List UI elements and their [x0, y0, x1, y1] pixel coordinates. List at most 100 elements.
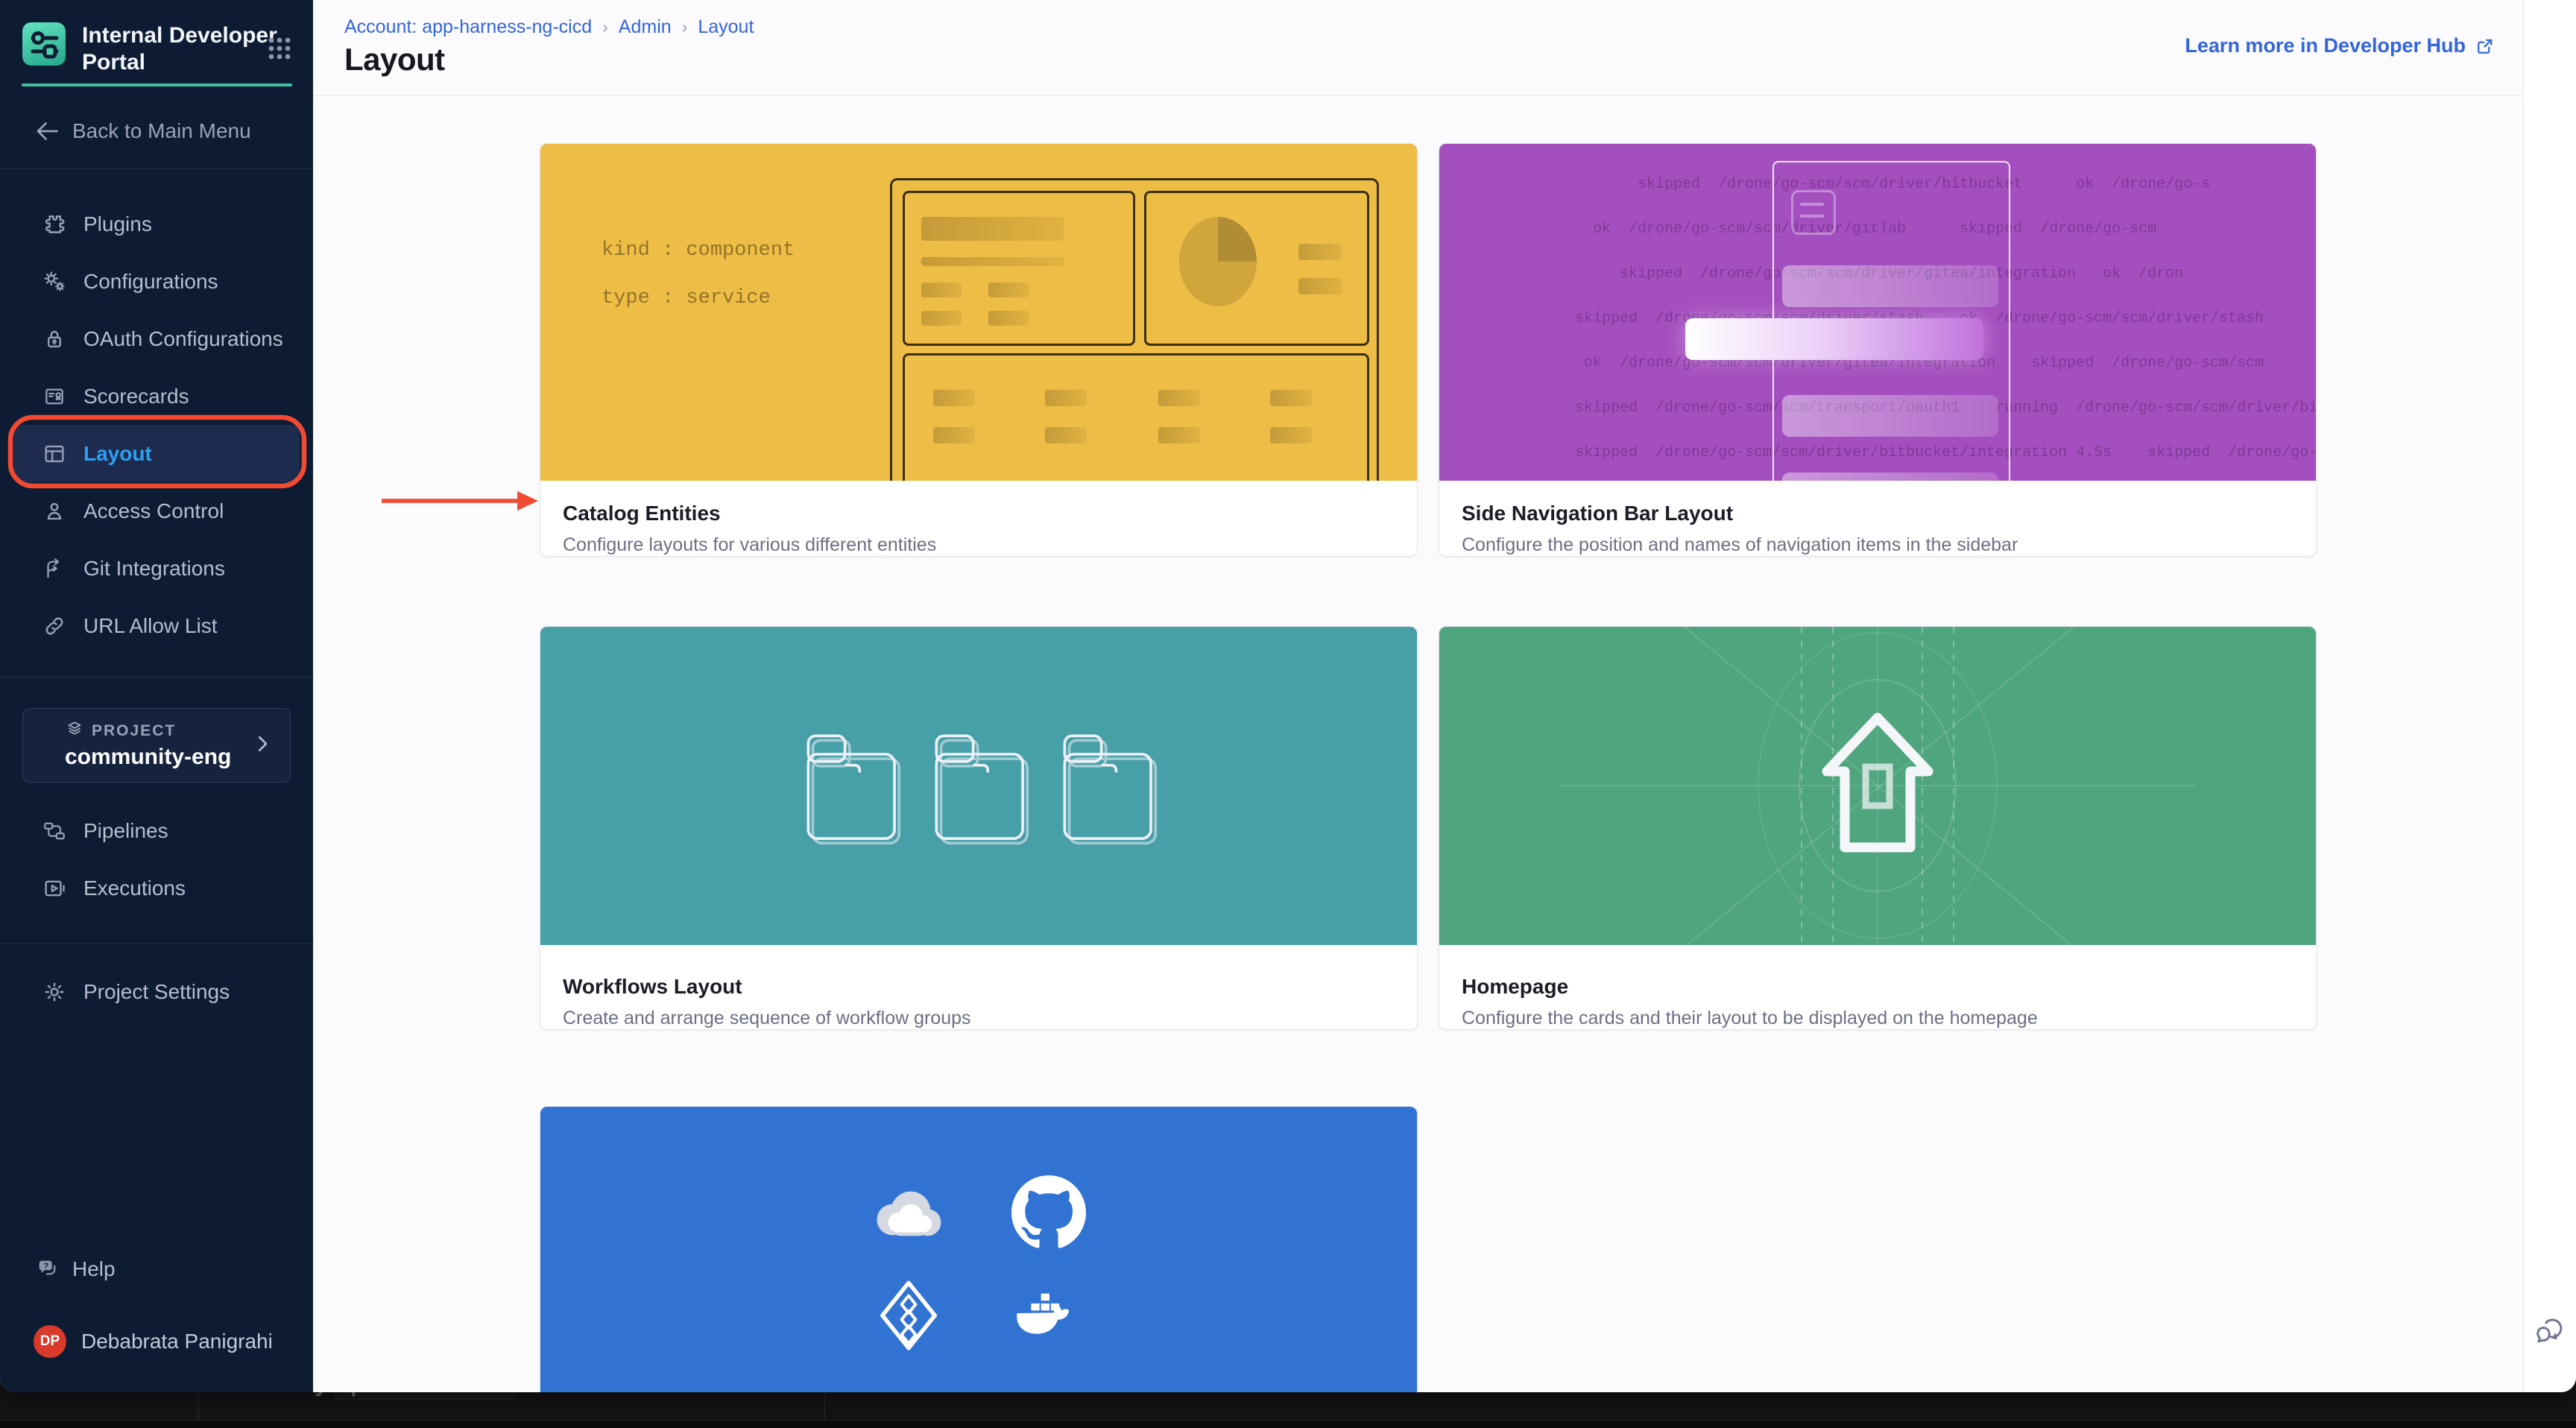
brand: Internal Developer Portal	[22, 22, 277, 76]
sidebar-item-layout[interactable]: Layout	[13, 425, 300, 482]
mock-nav-bar	[1782, 265, 1998, 307]
page-title: Layout	[344, 42, 445, 78]
lock-icon	[42, 326, 67, 352]
pipelines-icon	[42, 818, 67, 844]
github-icon	[1010, 1174, 1087, 1251]
sidebar-item-git-integrations[interactable]: Git Integrations	[0, 540, 313, 597]
side-nav-illustration: skipped /drone/go-scm/scm/driver/bitbuck…	[1439, 144, 2316, 481]
docker-icon	[1010, 1277, 1087, 1354]
sidebar-admin-nav: Plugins Configurations OAuth Configurati…	[0, 195, 313, 654]
breadcrumb-separator: ›	[682, 17, 688, 37]
card-subtitle: Configure layouts for various different …	[563, 534, 1395, 556]
layout-icon	[42, 441, 67, 467]
card-side-navigation-bar-layout[interactable]: skipped /drone/go-scm/scm/driver/bitbuck…	[1439, 143, 2317, 557]
card-title: Workflows Layout	[563, 975, 1395, 999]
sidebar-project-nav: Pipelines Executions	[0, 802, 313, 917]
sidebar-item-project-settings[interactable]: Project Settings	[0, 963, 313, 1020]
learn-more-label: Learn more in Developer Hub	[2185, 34, 2466, 57]
gears-icon	[42, 269, 67, 294]
catalog-entities-illustration: kind : component type : service	[540, 144, 1417, 481]
mock-layout-frame	[890, 178, 1379, 481]
sidebar-item-label: Pipelines	[83, 819, 168, 843]
card-homepage[interactable]: Homepage Configure the cards and their l…	[1439, 626, 2317, 1030]
sidebar-item-label: Plugins	[83, 212, 152, 236]
project-selector[interactable]: PROJECT community-eng	[22, 708, 291, 783]
sidebar-item-oauth-configurations[interactable]: OAuth Configurations	[0, 310, 313, 367]
breadcrumb-account-link[interactable]: Account: app-harness-ng-cicd	[344, 16, 592, 38]
card-catalog-entities[interactable]: kind : component type : service	[540, 143, 1418, 557]
breadcrumb-separator: ›	[602, 17, 608, 37]
app-grid-icon[interactable]	[267, 36, 292, 61]
chevron-right-icon	[251, 733, 274, 755]
card-subtitle: Configure the cards and their layout to …	[1462, 1008, 2294, 1029]
person-icon	[42, 499, 67, 524]
sidebar-item-label: OAuth Configurations	[83, 327, 283, 351]
card-caption: Workflows Layout Create and arrange sequ…	[540, 945, 1417, 1029]
mock-pie-chart	[1179, 217, 1257, 306]
breadcrumb: Account: app-harness-ng-cicd › Admin › L…	[344, 16, 754, 38]
page-header: Account: app-harness-ng-cicd › Admin › L…	[313, 0, 2524, 96]
mock-panel	[1144, 191, 1369, 346]
brand-divider	[22, 83, 292, 86]
breadcrumb-layout-link[interactable]: Layout	[698, 16, 754, 38]
mock-sidebar-logo	[1791, 190, 1836, 235]
help-label: Help	[72, 1257, 116, 1281]
git-branch-icon	[42, 556, 67, 581]
gear-icon	[42, 979, 67, 1005]
project-eyebrow: PROJECT	[92, 722, 176, 740]
mock-nav-bar-highlighted	[1685, 318, 1983, 360]
card-integrations[interactable]	[540, 1106, 1418, 1392]
card-workflows-layout[interactable]: Workflows Layout Create and arrange sequ…	[540, 626, 1418, 1030]
mock-nav-bar	[1782, 395, 1998, 437]
sidebar-item-label: Executions	[83, 876, 186, 900]
avatar: DP	[34, 1325, 66, 1358]
background-bottom-bar	[0, 1420, 2576, 1428]
back-to-main-menu[interactable]: Back to Main Menu	[34, 118, 251, 145]
sidebar-item-scorecards[interactable]: Scorecards	[0, 367, 313, 425]
homepage-illustration	[1439, 627, 2316, 945]
folder-icon	[1051, 727, 1163, 846]
sidebar-item-label: URL Allow List	[83, 614, 217, 638]
sidebar-divider	[0, 168, 313, 169]
plugins-icon	[42, 212, 67, 237]
sidebar-item-configurations[interactable]: Configurations	[0, 253, 313, 310]
card-subtitle: Configure the position and names of navi…	[1462, 534, 2294, 556]
idp-logo-icon	[22, 22, 66, 66]
sidebar-item-access-control[interactable]: Access Control	[0, 482, 313, 540]
card-title: Homepage	[1462, 975, 2294, 999]
card-title: Catalog Entities	[563, 502, 1395, 525]
external-link-icon	[2475, 36, 2496, 57]
card-caption: Side Navigation Bar Layout Configure the…	[1439, 481, 2316, 556]
sidebar-item-url-allow-list[interactable]: URL Allow List	[0, 597, 313, 654]
sidebar-item-label: Layout	[83, 442, 152, 466]
learn-more-link[interactable]: Learn more in Developer Hub	[2185, 34, 2496, 57]
brand-title: Internal Developer Portal	[82, 22, 277, 76]
integrations-illustration	[540, 1107, 1417, 1392]
card-title: Side Navigation Bar Layout	[1462, 502, 2294, 525]
google-cloud-icon	[870, 1174, 947, 1251]
card-subtitle: Create and arrange sequence of workflow …	[563, 1008, 1395, 1029]
layers-icon	[65, 719, 84, 739]
sidebar-item-plugins[interactable]: Plugins	[0, 195, 313, 253]
scorecard-icon	[42, 384, 67, 409]
sidebar-item-label: Project Settings	[83, 980, 230, 1004]
sidebar-item-label: Git Integrations	[83, 557, 225, 581]
desktop-background: More threads # weekly-updates-idn Intern…	[0, 0, 2576, 1428]
breadcrumb-admin-link[interactable]: Admin	[619, 16, 672, 38]
user-menu[interactable]: DP Debabrata Panigrahi	[34, 1325, 273, 1358]
mock-nav-bar	[1782, 473, 1998, 481]
sidebar-item-label: Access Control	[83, 499, 224, 523]
app-window: Internal Developer Portal Back to Main M…	[0, 0, 2576, 1392]
chat-bubbles-icon[interactable]	[2533, 1315, 2567, 1349]
help-button[interactable]: ? Help	[35, 1257, 116, 1282]
sidebar: Internal Developer Portal Back to Main M…	[0, 0, 313, 1392]
sidebar-item-pipelines[interactable]: Pipelines	[0, 802, 313, 859]
sidebar-item-executions[interactable]: Executions	[0, 859, 313, 917]
sidebar-settings-nav: Project Settings	[0, 963, 313, 1020]
diamond-grid-icon	[870, 1277, 947, 1354]
user-name: Debabrata Panigrahi	[81, 1330, 273, 1353]
link-icon	[42, 613, 67, 639]
code-line: type : service	[602, 287, 771, 309]
mock-panel	[903, 353, 1369, 481]
mock-panel	[903, 191, 1135, 346]
